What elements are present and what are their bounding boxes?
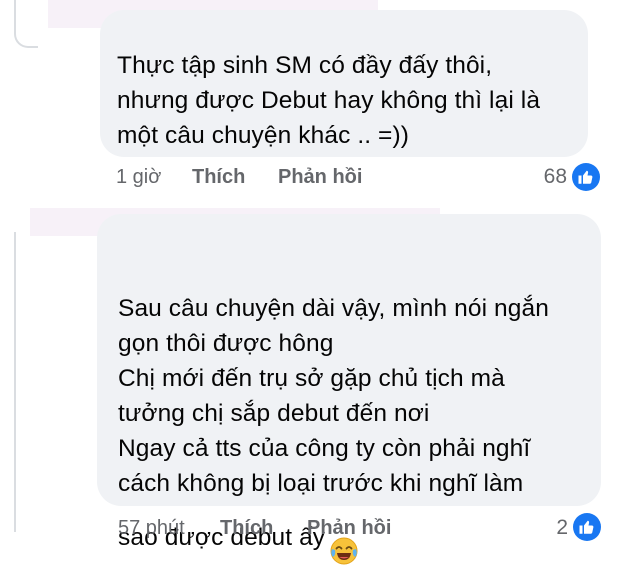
reaction-count[interactable]: 2 [530,516,568,540]
comment-time[interactable]: 1 giờ [116,166,161,189]
like-button[interactable]: Thích [192,166,245,189]
comment-time[interactable]: 57 phút [118,517,185,540]
like-button[interactable]: Thích [220,517,273,540]
thread-connector [14,30,38,48]
like-thumbs-up-icon[interactable] [572,163,600,191]
comment-text: Thực tập sinh SM có đầy đấy thôi, nhưng … [117,52,541,149]
thread-line [14,232,16,532]
reply-button[interactable]: Phản hồi [278,166,362,189]
reaction-count[interactable]: 68 [525,165,567,189]
reply-button[interactable]: Phản hồi [307,517,391,540]
like-thumbs-up-icon[interactable] [573,513,601,541]
thread-line [14,0,16,30]
